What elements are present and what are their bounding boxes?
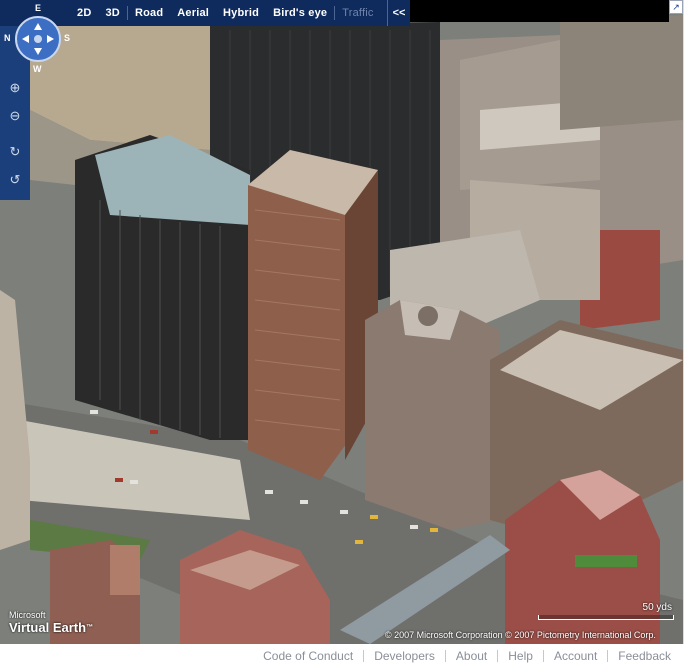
copyright-text: © 2007 Microsoft Corporation © 2007 Pict…	[385, 630, 656, 640]
logo-line1: Microsoft	[9, 610, 46, 620]
scale-label: 50 yds	[642, 602, 672, 613]
map-view[interactable]: 2D 3D Road Aerial Hybrid Bird's eye Traf…	[0, 0, 683, 644]
code-of-conduct-link[interactable]: Code of Conduct	[253, 649, 363, 663]
birds-eye-imagery	[0, 0, 683, 644]
compass-east-label: S	[64, 33, 71, 43]
scale-bar: 50 yds	[538, 602, 674, 620]
hybrid-view-button[interactable]: Hybrid	[216, 7, 266, 19]
zoom-out-icon[interactable]: ⊖	[5, 106, 25, 126]
footer-links: Code of Conduct Developers About Help Ac…	[0, 644, 695, 668]
logo-line2: Virtual Earth	[9, 620, 87, 635]
birds-eye-view-button[interactable]: Bird's eye	[266, 7, 334, 19]
feedback-link[interactable]: Feedback	[608, 649, 681, 663]
collapse-toolbar-button[interactable]: <<	[387, 0, 410, 26]
developers-link[interactable]: Developers	[364, 649, 445, 663]
map-toolbar: 2D 3D Road Aerial Hybrid Bird's eye Traf…	[0, 0, 410, 26]
rotate-clockwise-icon[interactable]: ↻	[5, 142, 25, 162]
view-3d-button[interactable]: 3D	[98, 7, 126, 19]
view-2d-button[interactable]: 2D	[70, 7, 98, 19]
road-view-button[interactable]: Road	[128, 7, 170, 19]
logo-trademark: ™	[86, 624, 94, 631]
scale-bar-line	[538, 615, 674, 620]
right-edge-strip	[683, 0, 695, 644]
aerial-view-button[interactable]: Aerial	[170, 7, 216, 19]
top-bar-background	[410, 0, 669, 22]
compass-north-label: E	[35, 3, 42, 13]
help-link[interactable]: Help	[498, 649, 543, 663]
zoom-in-icon[interactable]: ⊕	[5, 78, 25, 98]
expand-arrow-icon[interactable]: ↗	[669, 0, 683, 14]
compass-south-label: W	[33, 64, 42, 74]
compass-west-label: N	[4, 33, 11, 43]
about-link[interactable]: About	[446, 649, 497, 663]
virtual-earth-logo: Microsoft Virtual Earth™	[9, 610, 93, 635]
account-link[interactable]: Account	[544, 649, 607, 663]
rotate-counterclockwise-icon[interactable]: ↺	[5, 170, 25, 190]
compass-arrows-icon	[22, 23, 54, 55]
traffic-button[interactable]: Traffic	[335, 7, 380, 19]
compass-rose[interactable]	[15, 16, 61, 62]
